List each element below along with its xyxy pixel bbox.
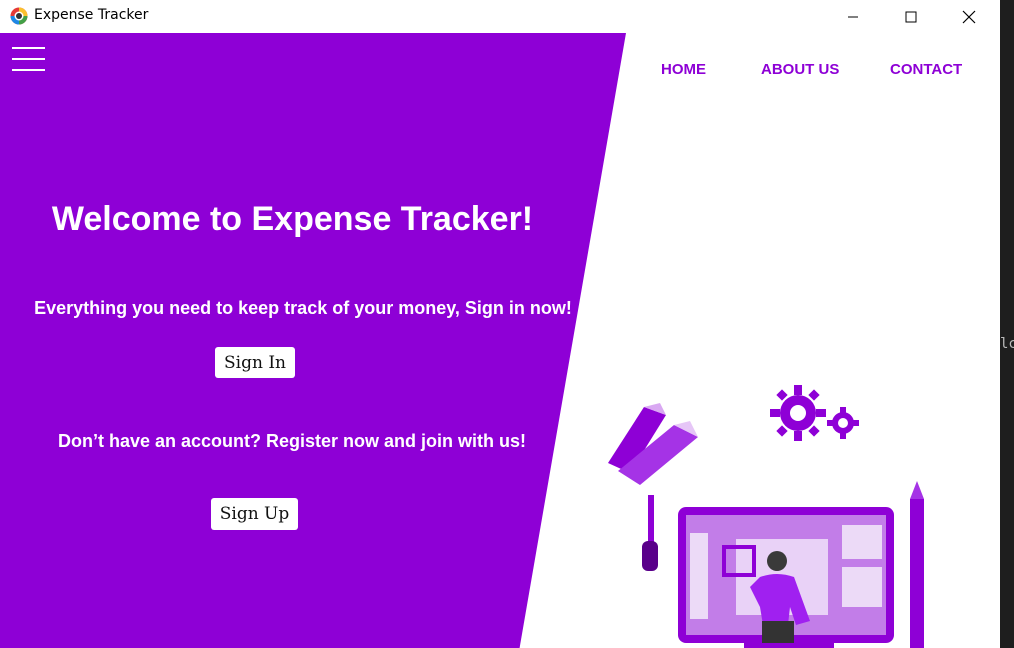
background-editor-strip — [1000, 0, 1014, 648]
window-title: Expense Tracker — [34, 7, 149, 23]
maximize-button[interactable] — [882, 0, 940, 33]
background-editor-text: lc — [1000, 336, 1014, 352]
tagline-text: Everything you need to keep track of you… — [34, 298, 572, 318]
gear-icon — [827, 407, 859, 439]
title-bar: Expense Tracker — [0, 0, 1000, 33]
page-title: Welcome to Expense Tracker! — [51, 200, 534, 238]
hamburger-menu-button[interactable] — [12, 47, 45, 71]
close-button[interactable] — [940, 0, 998, 33]
sign-up-button[interactable]: Sign Up — [211, 498, 298, 530]
close-icon — [962, 10, 976, 23]
person-at-monitor-illustration — [608, 385, 924, 648]
app-window: Expense Tracker HOME ABOUT US CONTACT We… — [0, 0, 1000, 648]
app-icon — [10, 7, 28, 25]
maximize-icon — [905, 11, 917, 22]
nav-about-us[interactable]: ABOUT US — [761, 61, 839, 78]
gear-icon — [770, 385, 826, 441]
nav-contact[interactable]: CONTACT — [890, 61, 962, 78]
page-content: HOME ABOUT US CONTACT Welcome to Expense… — [0, 33, 1000, 648]
hero-panel — [0, 33, 626, 648]
sign-in-button[interactable]: Sign In — [215, 347, 295, 378]
hamburger-icon — [12, 47, 45, 49]
register-prompt: Don’t have an account? Register now and … — [57, 431, 527, 451]
minimize-icon — [848, 16, 858, 17]
minimize-button[interactable] — [824, 0, 882, 33]
nav-home[interactable]: HOME — [661, 61, 706, 78]
